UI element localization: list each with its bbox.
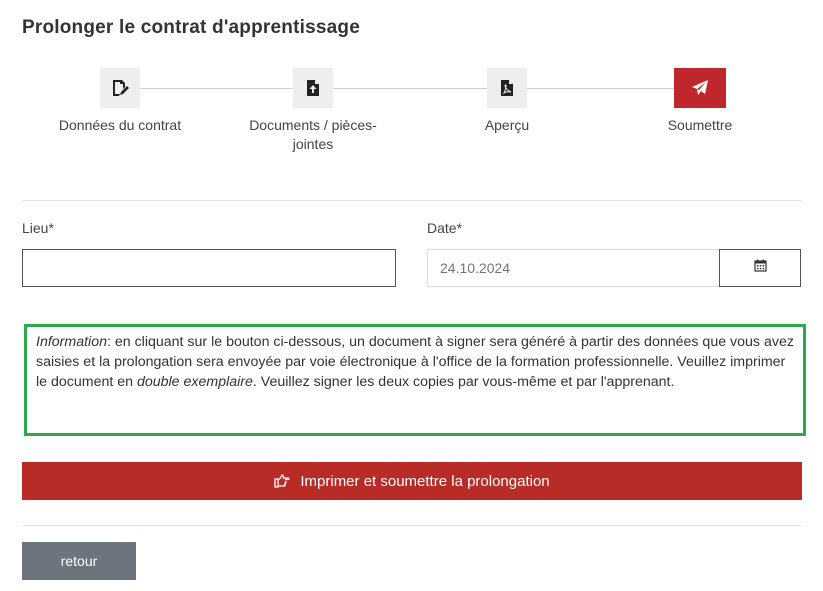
pdf-document-icon [487,68,527,108]
info-text-end: . Veuillez signer les deux copies par vo… [252,374,675,390]
print-and-submit-button[interactable]: Imprimer et soumettre la prolongation [22,462,802,500]
step-apercu[interactable]: Aperçu [427,68,587,135]
step-donnees-du-contrat[interactable]: Données du contrat [40,68,200,135]
lieu-label: Lieu* [22,220,54,236]
step-label: Soumettre [667,117,733,133]
divider [22,200,802,201]
paper-plane-icon [674,68,726,108]
page-title: Prolonger le contrat d'apprentissage [22,17,360,38]
step-label: Documents / pièces-jointes [249,117,377,152]
date-picker-button[interactable] [719,249,801,287]
calendar-icon [753,259,767,277]
lieu-input[interactable] [22,249,396,287]
step-soumettre[interactable]: Soumettre [620,68,780,135]
upload-document-icon [293,68,333,108]
divider [22,525,802,526]
step-label: Aperçu [484,117,530,133]
step-documents[interactable]: Documents / pièces-jointes [233,68,393,154]
edit-document-icon [100,68,140,108]
stepper: Données du contrat Documents / pièces-jo… [22,68,802,168]
back-button[interactable]: retour [22,542,136,580]
date-label: Date* [427,220,463,236]
information-notice: Information: en cliquant sur le bouton c… [24,324,806,436]
step-label: Données du contrat [58,117,182,133]
info-prefix: Information [36,334,107,350]
submit-label: Imprimer et soumettre la prolongation [300,472,550,490]
hand-pointer-icon [274,474,290,488]
info-emphasis: double exemplaire [136,374,253,390]
date-input[interactable] [427,249,720,287]
